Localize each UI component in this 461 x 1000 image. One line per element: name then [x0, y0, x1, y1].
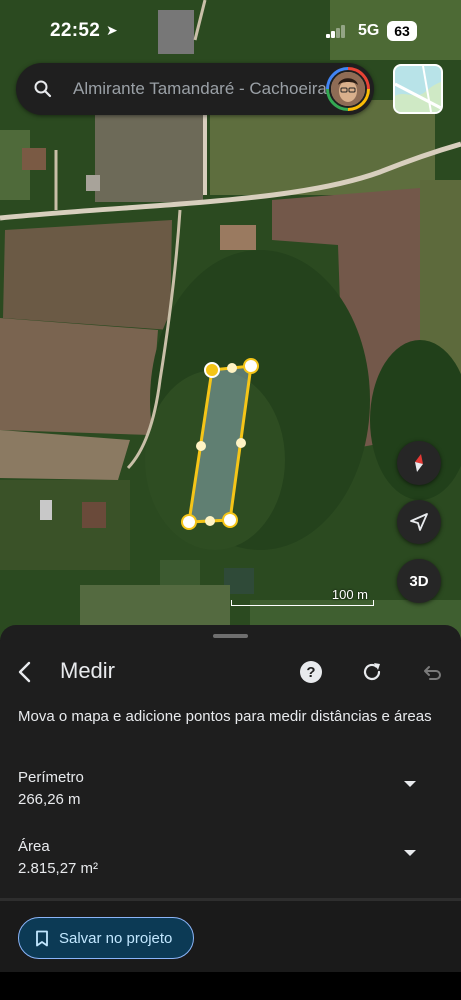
chevron-down-icon[interactable]: [404, 781, 416, 787]
search-icon: [34, 80, 52, 98]
search-bar[interactable]: Almirante Tamandaré - Cachoeira: [16, 63, 374, 115]
midpoint-handle[interactable]: [236, 438, 246, 448]
location-arrow-icon: ➤: [106, 22, 118, 38]
status-bar: 22:52 ➤ 5G 63: [0, 0, 461, 60]
satellite-map[interactable]: 22:52 ➤ 5G 63 Almirante Tamandaré - Cach…: [0, 0, 461, 640]
compass-button[interactable]: [397, 441, 441, 485]
vertex-handle[interactable]: [243, 358, 259, 374]
midpoint-handle[interactable]: [205, 516, 215, 526]
vertex-handle[interactable]: [222, 512, 238, 528]
help-icon: ?: [306, 663, 316, 681]
perimeter-value: 266,26 m: [18, 791, 81, 808]
save-to-project-button[interactable]: Salvar no projeto: [18, 917, 194, 959]
instructions-text: Mova o mapa e adicione pontos para medir…: [18, 708, 432, 725]
home-indicator-area: [0, 972, 461, 1000]
3d-view-button[interactable]: 3D: [397, 559, 441, 603]
panel-footer: Salvar no projeto: [0, 901, 461, 972]
avatar-photo: [329, 70, 367, 108]
my-location-button[interactable]: [397, 500, 441, 544]
area-value: 2.815,27 m²: [18, 860, 99, 877]
bookmark-icon: [36, 930, 48, 947]
drag-handle[interactable]: [213, 634, 248, 638]
measure-panel: Medir ? Mova o mapa e adicione pontos pa…: [0, 625, 461, 1000]
undo-icon[interactable]: [420, 662, 442, 684]
help-button[interactable]: ?: [300, 661, 322, 683]
search-input-text[interactable]: Almirante Tamandaré - Cachoeira: [73, 79, 335, 99]
battery-indicator: 63: [387, 21, 417, 41]
compass-icon: [415, 454, 423, 472]
profile-avatar[interactable]: [326, 67, 370, 111]
midpoint-handle[interactable]: [196, 441, 206, 451]
midpoint-handle[interactable]: [227, 363, 237, 373]
map-thumbnail-icon: [395, 66, 441, 112]
signal-icon: [326, 25, 346, 38]
map-scale: 100 m: [231, 586, 374, 606]
reset-icon[interactable]: [360, 660, 384, 684]
map-layers-button[interactable]: [393, 64, 443, 114]
vertex-handle-active[interactable]: [204, 362, 220, 378]
battery-level: 63: [394, 23, 410, 39]
navigation-arrow-icon: [410, 513, 428, 531]
chevron-down-icon[interactable]: [404, 850, 416, 856]
3d-label: 3D: [409, 572, 429, 590]
area-row[interactable]: Área 2.815,27 m²: [18, 838, 448, 877]
save-button-label: Salvar no projeto: [59, 930, 173, 947]
back-arrow-icon[interactable]: [12, 659, 38, 685]
vertex-handle[interactable]: [181, 514, 197, 530]
network-type: 5G: [358, 22, 380, 39]
panel-title: Medir: [60, 658, 116, 683]
scale-bar: [231, 600, 374, 606]
status-time: 22:52: [50, 20, 101, 41]
perimeter-label: Perímetro: [18, 769, 84, 786]
area-label: Área: [18, 838, 50, 855]
perimeter-row[interactable]: Perímetro 266,26 m: [18, 769, 448, 808]
